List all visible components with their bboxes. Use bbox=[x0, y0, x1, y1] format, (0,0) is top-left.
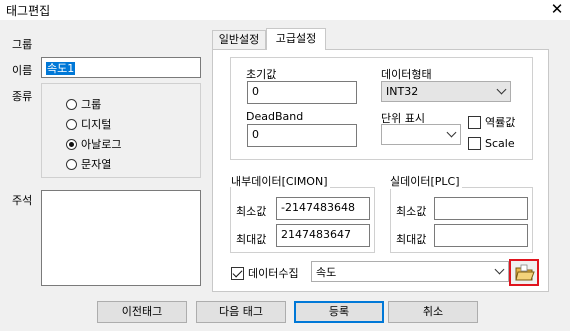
radio-button-icon bbox=[66, 98, 77, 110]
internal-data-title: 내부데이터[CIMON] bbox=[231, 173, 330, 189]
datatype-select[interactable]: INT32 bbox=[381, 81, 511, 102]
scale-checkbox[interactable]: Scale bbox=[468, 137, 515, 150]
internal-min-input[interactable]: -2147483648 bbox=[276, 197, 370, 220]
real-min-input[interactable] bbox=[434, 197, 528, 220]
real-data-title: 실데이터[PLC] bbox=[390, 173, 462, 189]
folder-browse-button[interactable] bbox=[509, 259, 539, 286]
tab-general[interactable]: 일반설정 bbox=[212, 30, 266, 50]
title-bar: 태그편집 ✕ bbox=[0, 0, 570, 20]
radio-button-icon bbox=[66, 158, 77, 170]
chevron-down-icon bbox=[446, 127, 457, 138]
checkbox-icon bbox=[468, 137, 481, 150]
checkbox-checked-icon bbox=[231, 266, 244, 280]
datatype-label: 데이터형태 bbox=[381, 68, 432, 81]
initial-value-label: 초기값 bbox=[246, 68, 277, 81]
radio-label: 디지털 bbox=[81, 118, 112, 131]
group-label: 그룹 bbox=[12, 38, 33, 51]
comment-label: 주석 bbox=[12, 194, 33, 207]
radio-label: 아날로그 bbox=[81, 138, 122, 151]
data-collect-label: 데이터수집 bbox=[248, 267, 299, 280]
chevron-down-icon bbox=[496, 84, 507, 95]
real-max-input[interactable] bbox=[434, 224, 528, 247]
name-value: 속도1 bbox=[46, 62, 76, 75]
radio-group-option[interactable]: 그룹 bbox=[66, 96, 101, 112]
radio-label: 문자열 bbox=[81, 158, 112, 171]
name-label: 이름 bbox=[12, 64, 33, 77]
data-collect-value: 속도 bbox=[316, 266, 337, 279]
radio-digital-option[interactable]: 디지털 bbox=[66, 116, 111, 132]
real-max-label: 최대값 bbox=[396, 233, 427, 246]
close-icon[interactable]: ✕ bbox=[545, 0, 569, 20]
folder-icon bbox=[515, 264, 535, 281]
radio-label: 그룹 bbox=[81, 98, 102, 111]
comment-textarea[interactable] bbox=[41, 190, 201, 286]
real-min-label: 최소값 bbox=[396, 205, 427, 218]
internal-max-label: 최대값 bbox=[236, 233, 267, 246]
register-button[interactable]: 등록 bbox=[294, 301, 384, 323]
checkbox-icon bbox=[468, 115, 481, 129]
window-title: 태그편집 bbox=[6, 4, 51, 18]
radio-button-checked-icon bbox=[66, 138, 77, 150]
next-tag-button[interactable]: 다음 태그 bbox=[196, 301, 286, 323]
radio-button-icon bbox=[66, 118, 77, 130]
data-collect-select[interactable]: 속도 bbox=[311, 261, 509, 282]
scale-label: Scale bbox=[485, 137, 515, 150]
deadband-input[interactable]: 0 bbox=[247, 124, 357, 147]
unit-select[interactable] bbox=[381, 124, 461, 145]
internal-max-input[interactable]: 2147483647 bbox=[276, 224, 370, 247]
cancel-button[interactable]: 취소 bbox=[388, 301, 478, 323]
chevron-down-icon bbox=[494, 264, 505, 275]
reverse-checkbox[interactable]: 역률값 bbox=[468, 114, 515, 130]
reverse-label: 역률값 bbox=[485, 116, 516, 129]
internal-min-label: 최소값 bbox=[236, 205, 267, 218]
deadband-label: DeadBand bbox=[246, 110, 304, 123]
radio-string-option[interactable]: 문자열 bbox=[66, 156, 111, 172]
prev-tag-button[interactable]: 이전태그 bbox=[97, 301, 187, 323]
initial-value-input[interactable]: 0 bbox=[247, 81, 357, 104]
radio-analog-option[interactable]: 아날로그 bbox=[66, 136, 121, 152]
type-group: 그룹 디지털 아날로그 문자열 bbox=[41, 83, 201, 178]
datatype-value: INT32 bbox=[386, 85, 419, 98]
data-collect-checkbox[interactable]: 데이터수집 bbox=[231, 265, 299, 281]
tab-advanced[interactable]: 고급설정 bbox=[266, 28, 326, 50]
type-label: 종류 bbox=[12, 90, 33, 103]
name-input[interactable]: 속도1 bbox=[41, 57, 201, 78]
